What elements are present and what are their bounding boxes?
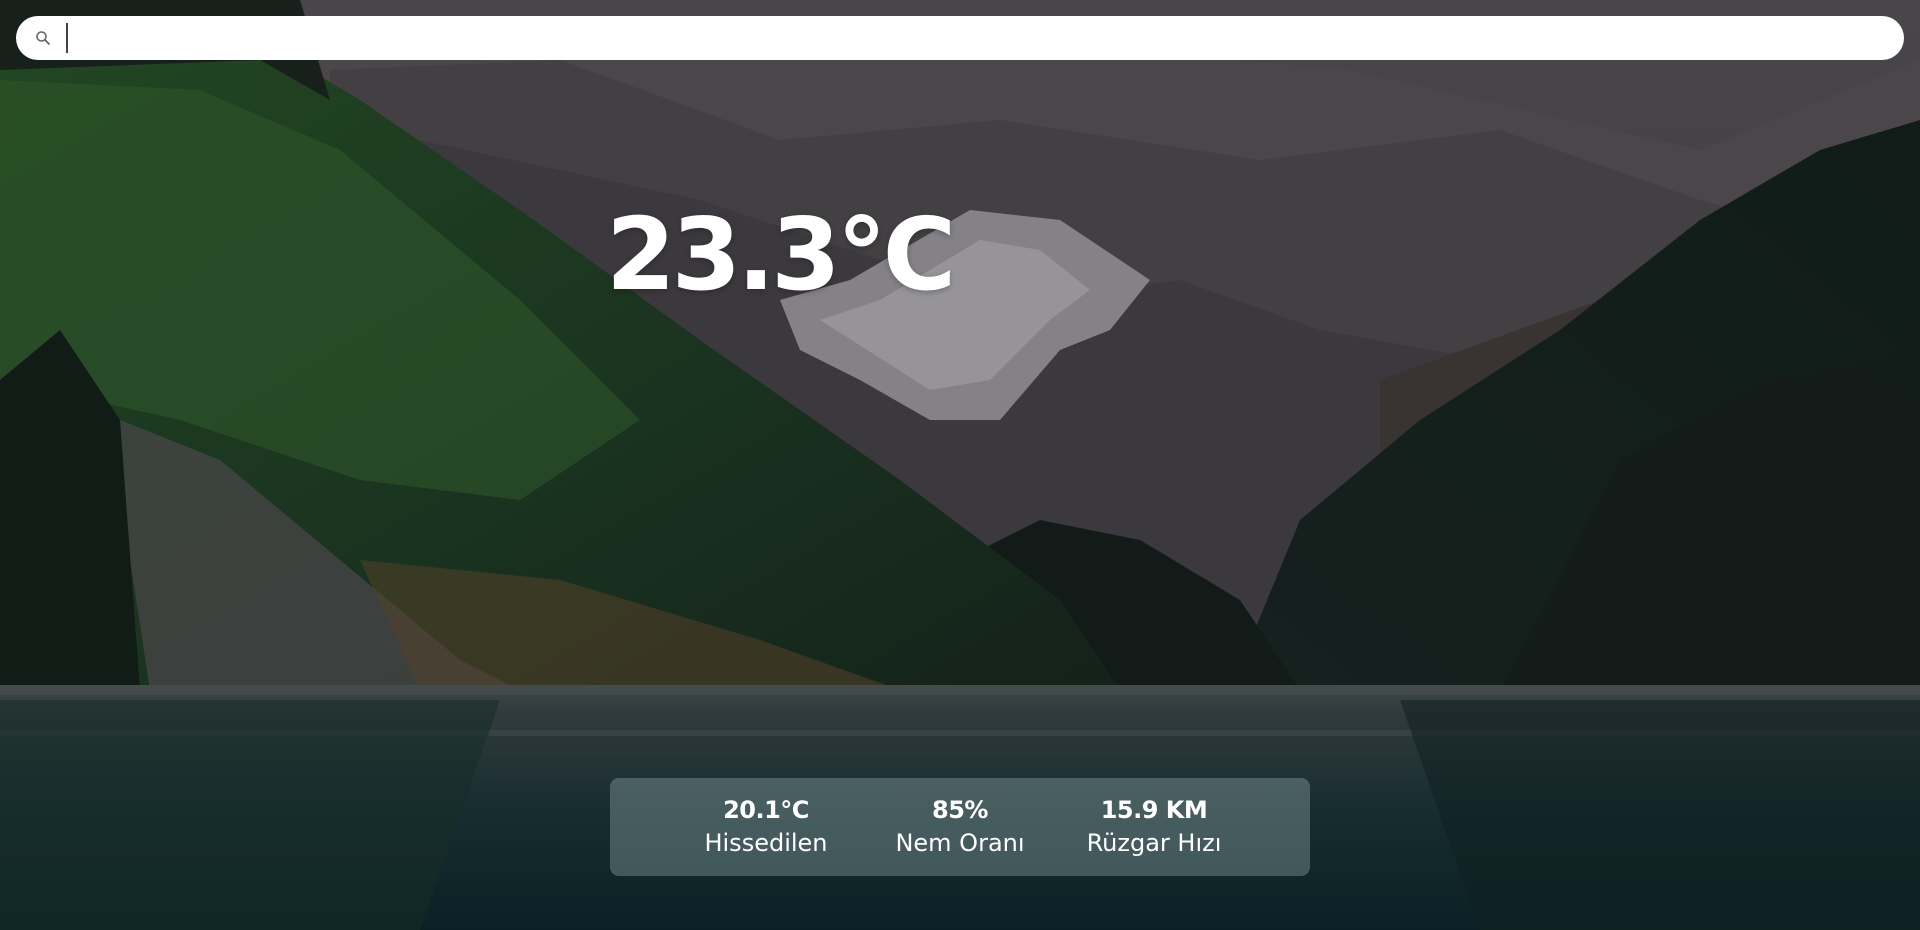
feels-like-value: 20.1°C	[723, 796, 809, 824]
search-input[interactable]	[66, 23, 1880, 53]
search-bar[interactable]	[16, 16, 1904, 60]
humidity-value: 85%	[932, 796, 988, 824]
current-temperature: 23.3°C	[606, 196, 956, 313]
wind-speed-value: 15.9 KM	[1100, 796, 1208, 824]
search-icon	[34, 29, 52, 47]
humidity-label: Nem Oranı	[895, 829, 1025, 857]
weather-details-card: 20.1°C Hissedilen 85% Nem Oranı 15.9 KM …	[610, 778, 1310, 876]
wind-speed-stat: 15.9 KM Rüzgar Hızı	[1057, 794, 1251, 860]
wind-speed-label: Rüzgar Hızı	[1086, 829, 1222, 857]
feels-like-label: Hissedilen	[704, 829, 828, 857]
feels-like-stat: 20.1°C Hissedilen	[669, 794, 863, 860]
humidity-stat: 85% Nem Oranı	[863, 794, 1057, 860]
